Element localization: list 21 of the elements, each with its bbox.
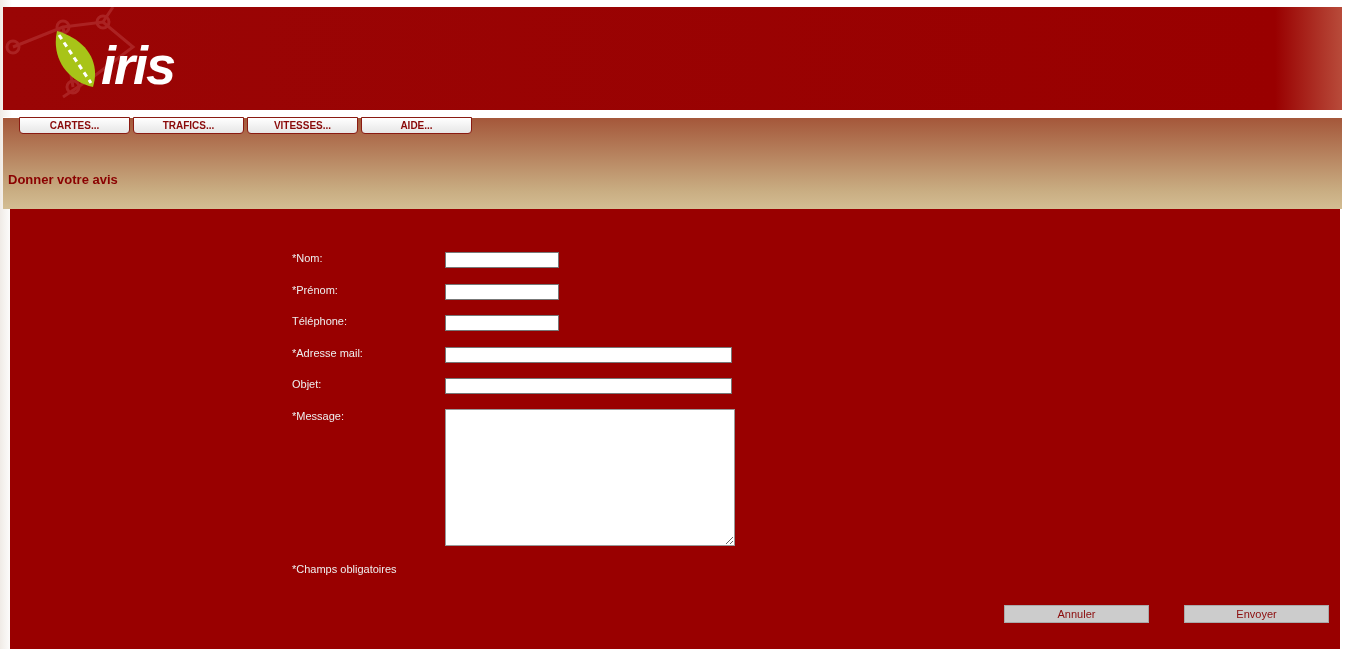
menu-tab[interactable]: TRAFICS... <box>133 117 244 134</box>
form-button[interactable]: Annuler <box>1004 605 1149 623</box>
field-label: *Adresse mail: <box>292 345 364 359</box>
input-field[interactable] <box>445 252 559 268</box>
field-label: *Message: <box>292 408 345 422</box>
field-label: *Prénom: <box>292 282 339 296</box>
logo: iris <box>101 43 175 87</box>
field-label: *Nom: <box>292 251 324 264</box>
required-note: *Champs obligatoires <box>292 563 398 575</box>
input-field[interactable] <box>445 378 732 394</box>
form-button[interactable]: Envoyer <box>1184 605 1329 623</box>
input-field[interactable] <box>445 283 559 300</box>
input-field[interactable] <box>445 346 732 363</box>
menu-tab[interactable]: VITESSES... <box>247 117 358 134</box>
message-field[interactable] <box>445 408 735 546</box>
field-label: Objet: <box>292 377 323 390</box>
page-title: Donner votre avis <box>8 172 119 187</box>
field-label: Téléphone: <box>292 314 349 327</box>
input-field[interactable] <box>445 315 559 331</box>
menu-tab[interactable]: CARTES... <box>19 117 130 134</box>
menu-tab[interactable]: AIDE... <box>361 117 472 134</box>
